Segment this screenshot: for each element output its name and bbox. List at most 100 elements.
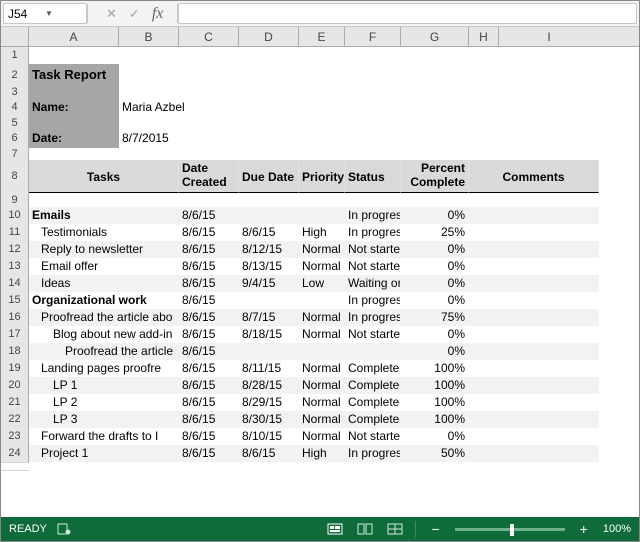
cell-percent[interactable]: 25% <box>401 224 469 241</box>
cell-percent[interactable]: 0% <box>401 275 469 292</box>
cell-due-date[interactable]: 8/30/15 <box>239 411 299 428</box>
row-header[interactable]: 12 <box>1 241 29 259</box>
col-header-C[interactable]: C <box>179 27 239 46</box>
fx-icon[interactable]: fx <box>152 5 164 23</box>
table-row[interactable]: 13Email offer8/6/158/13/15NormalNot star… <box>1 258 639 275</box>
row-header[interactable]: 15 <box>1 292 29 310</box>
report-title-cell[interactable]: Task Report <box>29 64 119 86</box>
cell-priority[interactable]: High <box>299 224 345 241</box>
cell-percent[interactable]: 75% <box>401 309 469 326</box>
zoom-out-button[interactable]: − <box>426 522 444 536</box>
date-value-cell[interactable]: 8/7/2015 <box>119 129 179 148</box>
th-status[interactable]: Status <box>345 160 401 193</box>
view-page-layout-icon[interactable] <box>355 521 375 537</box>
cell-due-date[interactable]: 8/6/15 <box>239 224 299 241</box>
cell-due-date[interactable]: 8/12/15 <box>239 241 299 258</box>
th-comments[interactable]: Comments <box>469 160 599 193</box>
cell-comments[interactable] <box>469 326 599 343</box>
grid-row[interactable]: 4 Name: Maria Azbel <box>1 98 639 117</box>
cell-task[interactable]: Reply to newsletter <box>29 241 179 258</box>
cell-due-date[interactable]: 8/29/15 <box>239 394 299 411</box>
table-row[interactable]: 10Emails8/6/15In progress0% <box>1 207 639 224</box>
cell-priority[interactable] <box>299 343 345 360</box>
macro-record-icon[interactable] <box>57 523 71 535</box>
view-normal-icon[interactable] <box>325 521 345 537</box>
table-row[interactable]: 18Proofread the article8/6/150% <box>1 343 639 360</box>
table-row[interactable]: 11Testimonials8/6/158/6/15HighIn progres… <box>1 224 639 241</box>
cell-status[interactable]: Not started <box>345 326 401 343</box>
row-header[interactable]: 20 <box>1 377 29 395</box>
cell-comments[interactable] <box>469 343 599 360</box>
cell-priority[interactable]: Normal <box>299 411 345 428</box>
col-header-H[interactable]: H <box>469 27 499 46</box>
cell-status[interactable]: Completed <box>345 394 401 411</box>
col-header-G[interactable]: G <box>401 27 469 46</box>
cell-comments[interactable] <box>469 428 599 445</box>
grid[interactable]: 1 2 Task Report 3 4 Name: Maria Azbel 5 … <box>1 47 639 517</box>
table-row[interactable]: 21LP 28/6/158/29/15NormalCompleted100% <box>1 394 639 411</box>
cell-comments[interactable] <box>469 207 599 224</box>
th-date-created[interactable]: Date Created <box>179 160 239 193</box>
cell-percent[interactable]: 0% <box>401 241 469 258</box>
cell-priority[interactable]: Normal <box>299 394 345 411</box>
cell-date-created[interactable]: 8/6/15 <box>179 360 239 377</box>
cell-task[interactable]: Project 1 <box>29 445 179 462</box>
cell-due-date[interactable]: 8/13/15 <box>239 258 299 275</box>
cell-date-created[interactable]: 8/6/15 <box>179 377 239 394</box>
zoom-value[interactable]: 100% <box>603 523 631 535</box>
table-row[interactable]: 16Proofread the article abo8/6/158/7/15N… <box>1 309 639 326</box>
cell-percent[interactable]: 100% <box>401 360 469 377</box>
cell-task[interactable]: Emails <box>29 207 179 224</box>
cell-date-created[interactable]: 8/6/15 <box>179 258 239 275</box>
cell-comments[interactable] <box>469 377 599 394</box>
cell-comments[interactable] <box>469 445 599 462</box>
cell-due-date[interactable] <box>239 292 299 309</box>
th-percent[interactable]: Percent Complete <box>401 160 469 193</box>
table-row[interactable]: 17Blog about new add-in8/6/158/18/15Norm… <box>1 326 639 343</box>
cell-comments[interactable] <box>469 275 599 292</box>
table-row[interactable]: 20LP 18/6/158/28/15NormalCompleted100% <box>1 377 639 394</box>
cell-due-date[interactable]: 8/7/15 <box>239 309 299 326</box>
cell-percent[interactable]: 100% <box>401 411 469 428</box>
cell-percent[interactable]: 100% <box>401 377 469 394</box>
th-due-date[interactable]: Due Date <box>239 160 299 193</box>
select-all-corner[interactable] <box>1 27 29 46</box>
cell-due-date[interactable]: 9/4/15 <box>239 275 299 292</box>
cell-status[interactable]: In progress <box>345 445 401 462</box>
cell-priority[interactable]: Low <box>299 275 345 292</box>
row-header[interactable]: 22 <box>1 411 29 429</box>
name-box-dropdown-icon[interactable]: ▼ <box>45 9 82 18</box>
cell-priority[interactable]: Normal <box>299 377 345 394</box>
row-header[interactable] <box>1 470 29 471</box>
grid-row[interactable]: 7 <box>1 148 639 160</box>
row-header[interactable]: 21 <box>1 394 29 412</box>
cell-status[interactable]: Completed <box>345 360 401 377</box>
cell-status[interactable]: Waiting on <box>345 275 401 292</box>
cell-status[interactable]: Not started <box>345 258 401 275</box>
cell-status[interactable]: Completed <box>345 411 401 428</box>
cell-comments[interactable] <box>469 241 599 258</box>
cell-percent[interactable]: 0% <box>401 207 469 224</box>
cell-comments[interactable] <box>469 360 599 377</box>
table-header-row[interactable]: 8 Tasks Date Created Due Date Priority S… <box>1 160 639 193</box>
grid-row[interactable]: 5 <box>1 117 639 129</box>
cell-status[interactable]: Not started <box>345 428 401 445</box>
grid-row[interactable]: 1 <box>1 47 639 64</box>
grid-row[interactable]: 6 Date: 8/7/2015 <box>1 129 639 148</box>
cell-priority[interactable]: Normal <box>299 428 345 445</box>
cell-due-date[interactable] <box>239 343 299 360</box>
cell-priority[interactable]: Normal <box>299 241 345 258</box>
cell-date-created[interactable]: 8/6/15 <box>179 428 239 445</box>
cell-task[interactable]: Proofread the article abo <box>29 309 179 326</box>
cell-task[interactable]: LP 1 <box>29 377 179 394</box>
table-row[interactable]: 19Landing pages proofre8/6/158/11/15Norm… <box>1 360 639 377</box>
col-header-F[interactable]: F <box>345 27 401 46</box>
zoom-in-button[interactable]: + <box>575 522 593 536</box>
cell-comments[interactable] <box>469 258 599 275</box>
cell-task[interactable]: LP 2 <box>29 394 179 411</box>
cell-due-date[interactable]: 8/10/15 <box>239 428 299 445</box>
cell-due-date[interactable] <box>239 207 299 224</box>
cell-date-created[interactable]: 8/6/15 <box>179 241 239 258</box>
zoom-slider[interactable] <box>455 528 565 531</box>
row-header[interactable]: 23 <box>1 428 29 446</box>
